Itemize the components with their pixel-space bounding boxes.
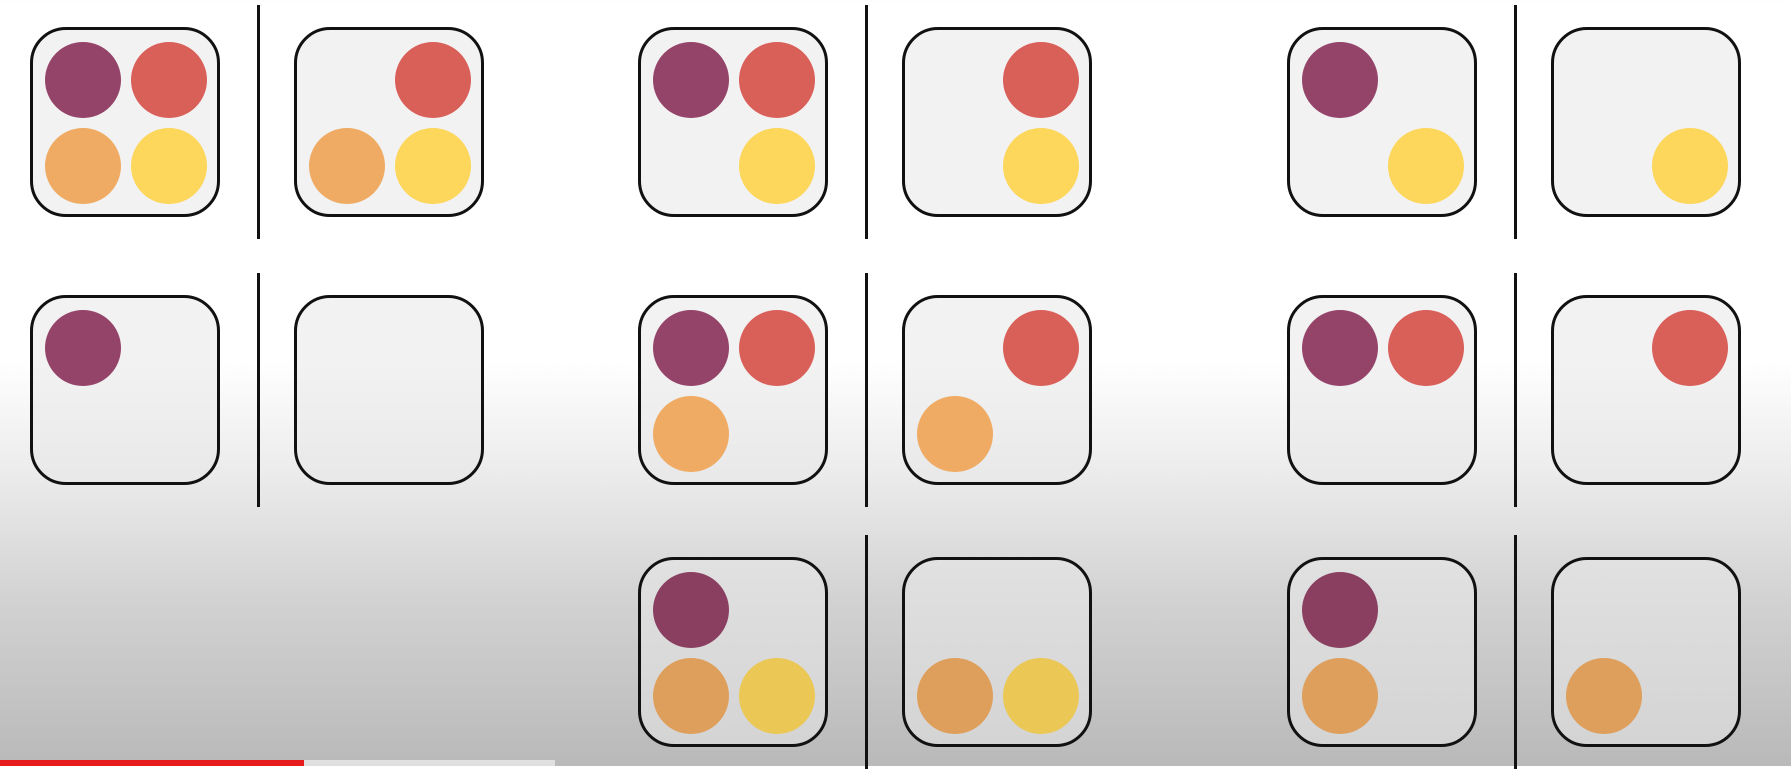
right-set-box (1551, 557, 1741, 747)
set-divider-line (257, 5, 260, 239)
yellow-element-dot (1003, 658, 1079, 734)
set-divider-line (865, 273, 868, 507)
yellow-element-dot (1652, 128, 1728, 204)
right-set-box (902, 557, 1092, 747)
red-element-dot (1388, 310, 1464, 386)
left-set-box (30, 295, 220, 485)
left-set-box (638, 27, 828, 217)
left-set-box (638, 295, 828, 485)
orange-element-dot (653, 396, 729, 472)
purple-element-dot (1302, 572, 1378, 648)
orange-element-dot (1302, 658, 1378, 734)
left-set-box (1287, 27, 1477, 217)
set-divider-line (865, 535, 868, 769)
yellow-element-dot (395, 128, 471, 204)
yellow-element-dot (739, 658, 815, 734)
set-divider-line (865, 5, 868, 239)
yellow-element-dot (131, 128, 207, 204)
right-set-box (294, 27, 484, 217)
red-element-dot (1003, 42, 1079, 118)
set-divider-line (1514, 5, 1517, 239)
yellow-element-dot (1388, 128, 1464, 204)
orange-element-dot (917, 658, 993, 734)
set-divider-line (1514, 535, 1517, 769)
purple-element-dot (1302, 310, 1378, 386)
purple-element-dot (653, 310, 729, 386)
red-element-dot (739, 310, 815, 386)
orange-element-dot (1566, 658, 1642, 734)
left-set-box (1287, 295, 1477, 485)
left-set-box (30, 27, 220, 217)
left-set-box (1287, 557, 1477, 747)
orange-element-dot (653, 658, 729, 734)
red-element-dot (739, 42, 815, 118)
orange-element-dot (917, 396, 993, 472)
orange-element-dot (309, 128, 385, 204)
yellow-element-dot (739, 128, 815, 204)
left-set-box (638, 557, 828, 747)
subset-diagram (0, 0, 1791, 769)
purple-element-dot (1302, 42, 1378, 118)
progress-played (0, 760, 304, 766)
purple-element-dot (653, 42, 729, 118)
purple-element-dot (45, 42, 121, 118)
video-progress-bar[interactable] (0, 760, 1791, 766)
orange-element-dot (45, 128, 121, 204)
right-set-box (294, 295, 484, 485)
red-element-dot (395, 42, 471, 118)
red-element-dot (1652, 310, 1728, 386)
purple-element-dot (45, 310, 121, 386)
set-divider-line (257, 273, 260, 507)
yellow-element-dot (1003, 128, 1079, 204)
right-set-box (902, 27, 1092, 217)
right-set-box (1551, 295, 1741, 485)
right-set-box (902, 295, 1092, 485)
set-divider-line (1514, 273, 1517, 507)
red-element-dot (131, 42, 207, 118)
red-element-dot (1003, 310, 1079, 386)
purple-element-dot (653, 572, 729, 648)
right-set-box (1551, 27, 1741, 217)
